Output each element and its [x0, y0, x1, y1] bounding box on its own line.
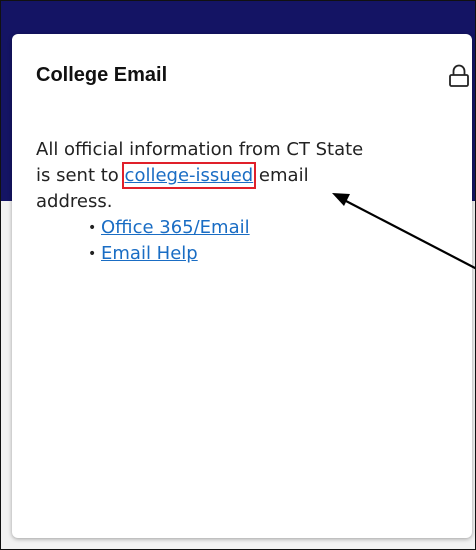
email-links-list: Office 365/Email Email Help: [88, 215, 250, 267]
body-line-2: is sent to college-issued email: [36, 162, 452, 189]
email-help-link[interactable]: Email Help: [101, 243, 198, 264]
college-email-card: College Email All official information f…: [12, 34, 472, 538]
body-line-2-prefix: is sent to: [36, 165, 125, 186]
screenshot-frame: College Email All official information f…: [0, 0, 476, 550]
office-365-email-link[interactable]: Office 365/Email: [101, 217, 250, 238]
lock-icon[interactable]: [448, 64, 470, 88]
list-item: Office 365/Email: [88, 215, 250, 241]
card-title: College Email: [36, 64, 168, 86]
card-body-text: All official information from CT State i…: [36, 137, 452, 215]
body-line-2-suffix: email: [253, 165, 309, 186]
list-item: Email Help: [88, 241, 250, 267]
body-line-1: All official information from CT State: [36, 139, 364, 160]
body-line-3: address.: [36, 191, 113, 212]
college-issued-link[interactable]: college-issued: [121, 162, 257, 189]
